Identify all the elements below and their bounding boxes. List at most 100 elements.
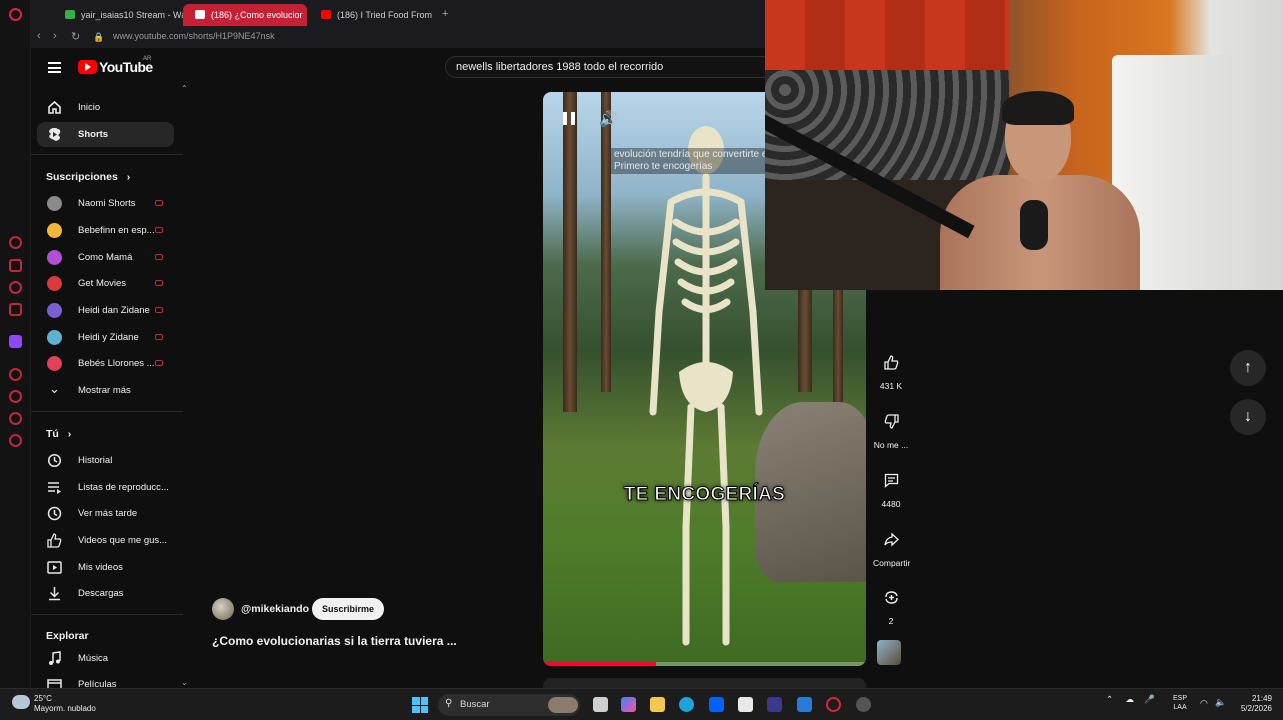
sound-thumbnail[interactable] [877,640,901,665]
tab-bar: yair_isaias10 Stream - Wa (186) ¿Como ev… [31,0,765,28]
url-field[interactable]: www.youtube.com/shorts/H1P9NE47nsk [113,31,275,41]
search-input[interactable]: newells libertadores 1988 todo el recorr… [445,56,765,78]
weather-condition: Mayorm. nublado [34,704,96,713]
chevron-up-icon[interactable]: ⌃ [1106,694,1113,704]
subscriptions-header-label: Suscripciones [46,171,118,183]
subscription-item[interactable]: Heidi dan Zidane [37,298,174,323]
tab[interactable]: (186) I Tried Food From Ev [309,4,433,26]
taskbar-search[interactable]: ⚲ Buscar [438,694,580,716]
extensions-icon[interactable] [9,412,22,425]
remix-count: 2 [888,616,894,626]
volume-icon[interactable]: 🔊 [599,110,618,128]
windows-start-icon[interactable] [412,697,428,713]
sidebar-item-downloads[interactable]: Descargas [37,581,174,606]
subscription-item[interactable]: Bebés Llorones ... [37,351,174,376]
scroll-down-icon[interactable]: ⌄ [181,678,188,687]
sidebar-item-label: Descargas [78,588,124,599]
sidebar-item-music[interactable]: Música [37,646,174,671]
new-tab-button[interactable]: + [442,8,448,20]
subscription-item[interactable]: Get Movies [37,271,174,296]
time: 21:49 [1251,694,1272,703]
show-more-button[interactable]: ⌄ Mostrar más [37,378,174,403]
dislike-button[interactable]: No me ... [873,407,909,450]
weather-cloud-icon[interactable] [12,695,30,709]
channel-avatar[interactable] [212,598,234,620]
opera-logo-icon[interactable] [9,8,22,21]
clock[interactable]: 21:49 5/2/2026 [1230,694,1272,714]
system-tray[interactable]: ⌃ ☁ 🎤 [1106,694,1155,705]
app-icon[interactable] [856,697,871,712]
remix-button[interactable]: 2 [873,583,909,626]
weather-widget[interactable]: 25°C Mayorm. nublado [34,694,96,714]
reload-icon[interactable]: ↻ [71,30,80,43]
sidebar-item-liked-videos[interactable]: Videos que me gus... [37,528,174,553]
sidebar-item-watch-later[interactable]: Ver más tarde [37,501,174,526]
sidebar-app-icon[interactable] [9,303,22,316]
dislike-label: No me ... [873,440,909,450]
share-button[interactable]: Compartir [873,525,910,568]
file-explorer-icon[interactable] [650,697,665,712]
next-short-button[interactable]: ↓ [1230,399,1266,435]
video-caption: TE ENCOGERÍAS [623,484,786,506]
sidebar-item-playlists[interactable]: Listas de reproducc... [37,475,174,500]
volume-tray-icon[interactable]: 🔈 [1215,697,1226,708]
chevron-down-icon: ⌄ [49,381,60,396]
language-bottom: LAA [1173,704,1187,711]
dropbox-icon[interactable] [709,697,724,712]
like-button[interactable]: 431 K [873,348,909,391]
app-b-icon[interactable] [767,697,782,712]
youtube-logo-icon[interactable] [78,60,97,74]
progress-bar[interactable] [543,662,866,666]
microphone-tray-icon[interactable]: 🎤 [1144,694,1155,704]
twitch-icon[interactable] [9,335,22,348]
subscription-item[interactable]: Naomi Shorts [37,191,174,216]
sidebar-item-inicio[interactable]: Inicio [37,95,174,120]
onedrive-icon[interactable]: ☁ [1126,694,1135,704]
sidebar-item-label: Música [78,653,109,664]
sidebar-app-icon[interactable] [9,236,22,249]
scroll-up-icon[interactable]: ⌃ [181,84,188,93]
pause-icon[interactable] [563,112,575,125]
sidebar-item-label: Ver más tarde [78,508,138,519]
you-header[interactable]: Tú › [46,428,71,440]
subscriptions-header[interactable]: Suscripciones › [46,171,130,183]
subscribe-button[interactable]: Suscribirme [312,598,384,620]
tab[interactable]: yair_isaias10 Stream - Wa [53,4,201,26]
channel-name[interactable]: @mikekiando [241,603,309,615]
subscription-item[interactable]: Heidi y Zidane [37,325,174,350]
sidebar-item-my-videos[interactable]: Mis videos [37,555,174,580]
subscription-item[interactable]: Bebefinn en esp... [37,218,174,243]
sidebar-item-movies[interactable]: Películas [37,672,174,688]
tab-active[interactable]: (186) ¿Como evolucior [183,4,307,26]
edge-icon[interactable] [679,697,694,712]
tab-label: (186) ¿Como evolucior [211,10,303,20]
comments-button[interactable]: 4480 [873,466,909,509]
sidebar-app-icon[interactable] [9,281,22,294]
forward-icon[interactable]: › [53,30,57,42]
mail-icon[interactable] [797,697,812,712]
store-icon[interactable] [738,697,753,712]
divider [31,614,183,615]
back-icon[interactable]: ‹ [37,30,41,42]
copilot-icon[interactable] [621,697,636,712]
channel-avatar [47,276,62,291]
wifi-icon[interactable]: ◠ [1200,698,1208,709]
task-view-icon[interactable] [593,697,608,712]
previous-short-button[interactable]: ↑ [1230,350,1266,386]
subscription-item[interactable]: Como Mamá [37,245,174,270]
sidebar-item-historial[interactable]: Historial [37,448,174,473]
opera-icon[interactable] [826,697,841,712]
menu-icon[interactable] [48,62,61,73]
temperature: 25°C [34,694,52,703]
sidebar-app-icon[interactable] [9,259,22,272]
speaker-icon[interactable] [195,10,205,19]
explore-header: Explorar [46,630,89,642]
next-short-preview[interactable] [543,678,866,688]
player-icon[interactable] [9,368,22,381]
language-indicator[interactable]: ESP LAA [1173,694,1187,712]
video-title[interactable]: ¿Como evolucionarias si la tierra tuvier… [212,634,457,648]
sidebar-item-shorts[interactable]: Shorts [37,122,174,147]
show-more-label: Mostrar más [78,385,131,396]
history-icon[interactable] [9,390,22,403]
settings-icon[interactable] [9,434,22,447]
